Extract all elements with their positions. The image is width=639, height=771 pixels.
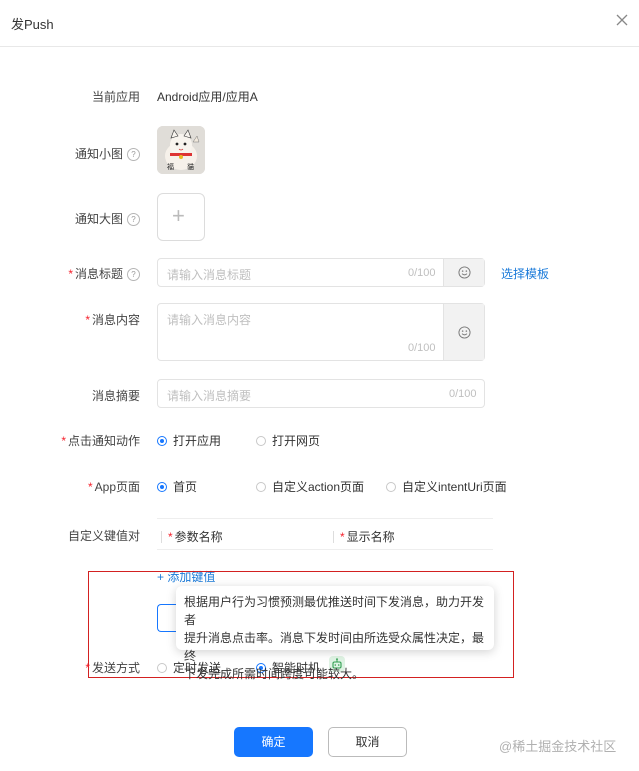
- required-marker: *: [168, 530, 173, 544]
- radio-home[interactable]: 首页: [157, 478, 197, 495]
- required-marker: *: [68, 267, 73, 281]
- current-app-label: 当前应用: [91, 90, 140, 104]
- help-icon[interactable]: ?: [127, 213, 140, 226]
- notify-small-image-label: 通知小图: [74, 147, 123, 161]
- notify-small-image-row: 通知小图?: [75, 145, 140, 162]
- message-title-row: * 消息标题?: [68, 265, 140, 282]
- header-divider: [0, 46, 639, 47]
- close-icon[interactable]: [614, 12, 630, 28]
- app-page-row: * App页面: [88, 478, 140, 495]
- message-content-label: 消息内容: [91, 313, 140, 327]
- kv-column-display-name: * 显示名称: [333, 528, 395, 545]
- radio-dot: [386, 482, 396, 492]
- message-title-label: 消息标题: [74, 267, 123, 281]
- radio-custom-action-page-label: 自定义action页面: [272, 480, 365, 494]
- radio-dot: [157, 436, 167, 446]
- cancel-button[interactable]: 取消: [328, 727, 407, 757]
- message-content-counter: 0/100: [408, 342, 436, 354]
- click-action-row: * 点击通知动作: [61, 432, 140, 449]
- svg-text:貓: 貓: [187, 162, 194, 171]
- message-title-placeholder: 请输入消息标题: [167, 268, 252, 282]
- emoji-icon: [458, 266, 471, 279]
- emoji-button[interactable]: [443, 259, 484, 286]
- send-mode-row: * 发送方式: [85, 659, 140, 676]
- message-summary-input[interactable]: 请输入消息摘要 0/100: [157, 379, 485, 408]
- current-app-value: Android应用/应用A: [157, 90, 258, 104]
- required-marker: *: [340, 530, 345, 544]
- click-action-label: 点击通知动作: [67, 434, 140, 448]
- message-content-textarea[interactable]: 请输入消息内容 0/100: [157, 303, 485, 361]
- required-marker: *: [61, 434, 66, 448]
- message-title-input[interactable]: 请输入消息标题 0/100: [157, 258, 485, 287]
- radio-custom-intenturi-page[interactable]: 自定义intentUri页面: [386, 478, 507, 495]
- message-content-placeholder: 请输入消息内容: [167, 313, 252, 327]
- plus-icon: +: [172, 203, 185, 228]
- select-template-link[interactable]: 选择模板: [501, 265, 549, 282]
- radio-dot: [256, 436, 266, 446]
- required-marker: *: [87, 480, 93, 494]
- radio-open-webpage-label: 打开网页: [272, 434, 321, 448]
- required-marker: *: [85, 313, 90, 327]
- help-icon[interactable]: ?: [127, 268, 140, 281]
- app-page-label: App页面: [94, 480, 140, 494]
- tooltip-line: 根据用户行为习惯预测最优推送时间下发消息，助力开发者: [184, 595, 485, 627]
- kv-column-param-name-label: 参数名称: [174, 530, 223, 544]
- message-title-counter: 0/100: [408, 267, 436, 279]
- message-summary-placeholder: 请输入消息摘要: [167, 389, 252, 403]
- notify-small-image-thumbnail[interactable]: 福 貓: [157, 126, 205, 174]
- message-summary-counter: 0/100: [449, 388, 477, 400]
- send-mode-label: 发送方式: [91, 661, 140, 675]
- radio-custom-intenturi-page-label: 自定义intentUri页面: [402, 480, 507, 494]
- upload-large-image-button[interactable]: +: [157, 193, 205, 241]
- radio-open-app-label: 打开应用: [173, 434, 222, 448]
- custom-kv-label: 自定义键值对: [67, 529, 140, 543]
- confirm-button[interactable]: 确定: [234, 727, 313, 757]
- kv-column-display-name-label: 显示名称: [346, 530, 395, 544]
- dialog-title: 发Push: [11, 17, 54, 32]
- kv-column-param-name: * 参数名称: [161, 528, 223, 545]
- help-icon[interactable]: ?: [127, 148, 140, 161]
- emoji-button[interactable]: [443, 304, 484, 360]
- notify-large-image-row: 通知大图?: [75, 210, 140, 227]
- radio-dot: [157, 482, 167, 492]
- tooltip-line: 提升消息点击率。消息下发时间由所选受众属性决定，最终: [184, 631, 485, 663]
- message-content-row: * 消息内容: [85, 311, 140, 328]
- radio-home-label: 首页: [173, 480, 198, 494]
- radio-open-webpage[interactable]: 打开网页: [256, 432, 320, 449]
- tooltip-line: 下发完成所需时间跨度可能较大。: [184, 667, 365, 681]
- watermark: @稀土掘金技术社区: [499, 739, 617, 754]
- radio-dot: [256, 482, 266, 492]
- smart-timing-tooltip: 根据用户行为习惯预测最优推送时间下发消息，助力开发者 提升消息点击率。消息下发时…: [176, 586, 494, 681]
- message-summary-label: 消息摘要: [91, 389, 140, 403]
- svg-text:福: 福: [167, 162, 174, 171]
- required-marker: *: [85, 661, 90, 675]
- radio-custom-action-page[interactable]: 自定义action页面: [256, 478, 364, 495]
- notify-large-image-label: 通知大图: [74, 212, 123, 226]
- emoji-icon: [458, 326, 471, 339]
- custom-kv-table-header: * 参数名称 * 显示名称: [157, 518, 493, 550]
- radio-dot: [157, 663, 167, 673]
- radio-open-app[interactable]: 打开应用: [157, 432, 221, 449]
